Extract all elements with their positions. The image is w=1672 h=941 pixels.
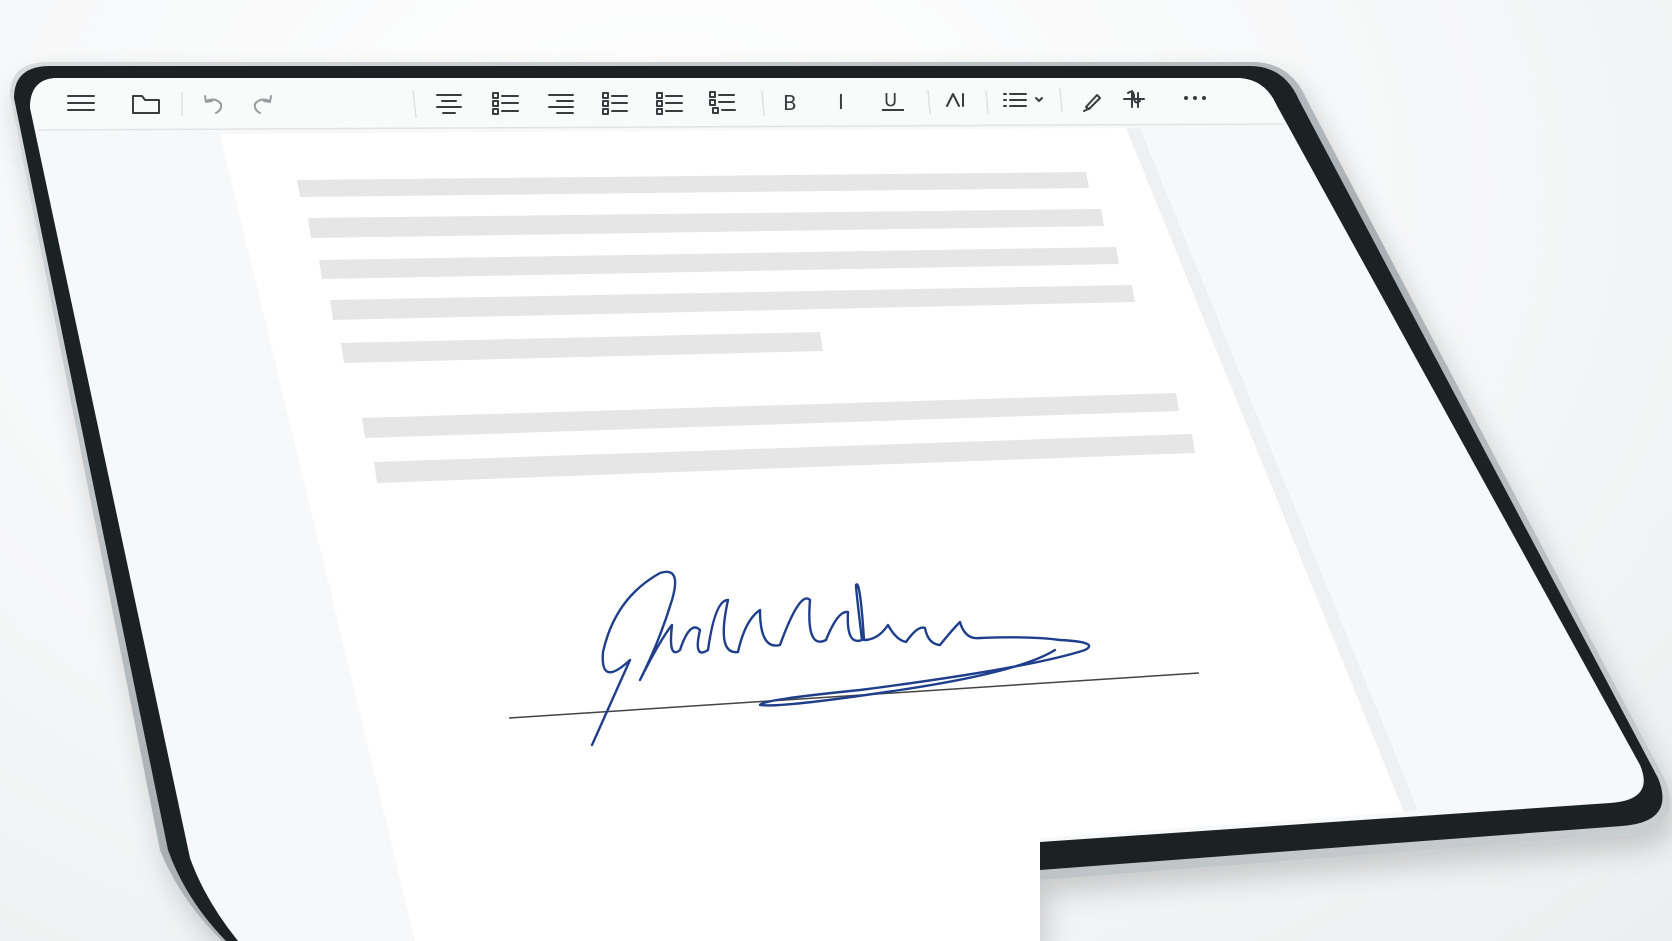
svg-text:U: U <box>884 90 897 111</box>
italic-icon[interactable]: I <box>838 90 844 114</box>
svg-text:I: I <box>838 90 844 114</box>
more-icon[interactable] <box>1184 96 1206 100</box>
scene: B I U <box>0 0 1672 941</box>
tablet-device: B I U <box>10 62 1670 941</box>
bold-icon[interactable]: B <box>783 91 797 115</box>
svg-text:B: B <box>783 91 797 115</box>
